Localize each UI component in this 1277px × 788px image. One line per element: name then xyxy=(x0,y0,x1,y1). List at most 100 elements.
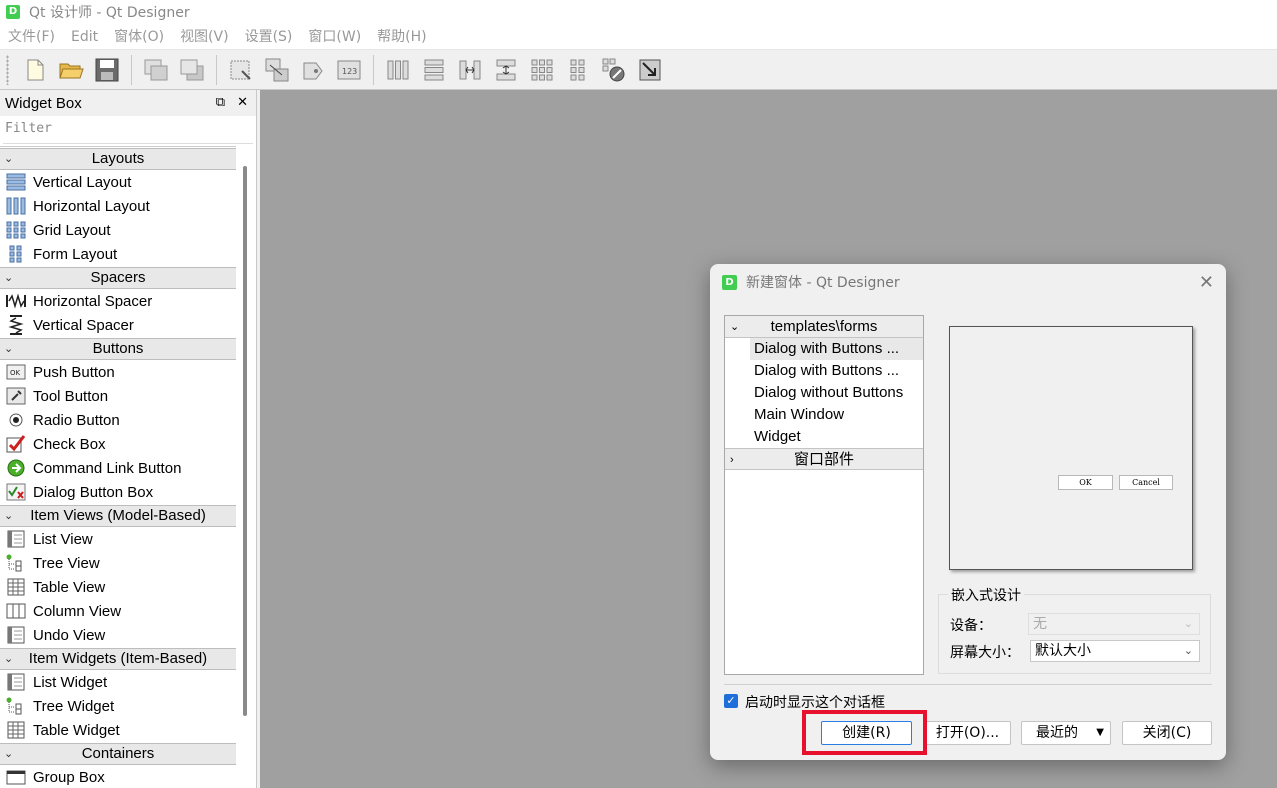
widget-horizontal-layout[interactable]: Horizontal Layout xyxy=(0,194,236,218)
tree-category-widgets[interactable]: › 窗口部件 xyxy=(725,448,923,470)
menu-window[interactable]: 窗口(W) xyxy=(300,24,369,50)
tree-category-templates[interactable]: ⌄ templates\forms xyxy=(725,316,923,338)
embedded-design-title: 嵌入式设计 xyxy=(948,585,1024,605)
menu-form[interactable]: 窗体(O) xyxy=(106,24,172,50)
open-button[interactable]: 打开(O)... xyxy=(924,721,1011,745)
open-folder-icon[interactable] xyxy=(57,56,85,84)
menu-edit[interactable]: Edit xyxy=(63,24,106,50)
device-combo[interactable]: 无 ⌄ xyxy=(1028,613,1200,635)
widget-vertical-spacer[interactable]: Vertical Spacer xyxy=(0,313,236,337)
widget-vertical-layout[interactable]: Vertical Layout xyxy=(0,170,236,194)
qt-designer-icon: D xyxy=(722,274,737,290)
form-preview: OK Cancel xyxy=(949,326,1193,570)
category-buttons[interactable]: ⌄ Buttons xyxy=(0,338,236,360)
widget-table-widget[interactable]: Table Widget xyxy=(0,718,236,742)
widget-push-button[interactable]: OK Push Button xyxy=(0,360,236,384)
widget-radio-button[interactable]: Radio Button xyxy=(0,408,236,432)
widget-table-view[interactable]: Table View xyxy=(0,575,236,599)
adjust-size-icon[interactable] xyxy=(636,56,664,84)
template-item[interactable]: Dialog without Buttons xyxy=(725,382,923,404)
widget-grid-layout[interactable]: Grid Layout xyxy=(0,218,236,242)
layout-horizontal-splitter-icon[interactable] xyxy=(456,56,484,84)
widget-list-view[interactable]: List View xyxy=(0,527,236,551)
new-form-dialog: D 新建窗体 - Qt Designer ✕ ⌄ templates\forms… xyxy=(710,264,1226,760)
widget-tree-view[interactable]: Tree View xyxy=(0,551,236,575)
widget-list-widget[interactable]: List Widget xyxy=(0,670,236,694)
widget-column-view[interactable]: Column View xyxy=(0,599,236,623)
menu-settings[interactable]: 设置(S) xyxy=(237,24,301,50)
widget-undo-view[interactable]: Undo View xyxy=(0,623,236,647)
horizontal-spacer-icon xyxy=(6,292,26,310)
menu-help[interactable]: 帮助(H) xyxy=(369,24,434,50)
widget-box-panel: Widget Box ⧉ ✕ Filter ⌄ Layouts Vertical … xyxy=(0,90,257,788)
break-layout-icon[interactable] xyxy=(600,56,628,84)
category-item-views[interactable]: ⌄ Item Views (Model-Based) xyxy=(0,505,236,527)
category-item-widgets[interactable]: ⌄ Item Widgets (Item-Based) xyxy=(0,648,236,670)
window-title: Qt 设计师 - Qt Designer xyxy=(29,5,190,21)
template-item[interactable]: Widget xyxy=(725,426,923,448)
bring-to-front-icon[interactable] xyxy=(178,56,206,84)
template-item[interactable]: Dialog with Buttons ... xyxy=(750,338,923,360)
widget-horizontal-spacer[interactable]: Horizontal Spacer xyxy=(0,289,236,313)
preview-ok-button: OK xyxy=(1058,475,1113,490)
toolbar-grip[interactable] xyxy=(6,54,9,85)
radio-button-icon xyxy=(6,411,26,429)
chevron-down-icon: ⌄ xyxy=(4,510,14,522)
widget-command-link-button[interactable]: Command Link Button xyxy=(0,456,236,480)
layout-horizontal-icon[interactable] xyxy=(384,56,412,84)
widget-tool-button[interactable]: Tool Button xyxy=(0,384,236,408)
widget-check-box[interactable]: Check Box xyxy=(0,432,236,456)
close-panel-icon[interactable]: ✕ xyxy=(237,94,248,110)
screen-size-combo[interactable]: 默认大小 ⌄ xyxy=(1030,640,1200,662)
close-button[interactable]: 关闭(C) xyxy=(1122,721,1212,745)
command-link-icon xyxy=(6,459,26,477)
edit-buddies-icon[interactable] xyxy=(299,56,327,84)
float-panel-icon[interactable]: ⧉ xyxy=(216,94,225,110)
widget-box-scrollbar[interactable] xyxy=(243,166,247,716)
chevron-down-icon: ⌄ xyxy=(4,748,14,760)
chevron-down-icon: ⌄ xyxy=(730,321,740,333)
save-icon[interactable] xyxy=(93,56,121,84)
layout-grid-icon[interactable] xyxy=(528,56,556,84)
widget-group-box[interactable]: Group Box xyxy=(0,765,236,788)
layout-form-icon[interactable] xyxy=(564,56,592,84)
show-on-startup-label: 启动时显示这个对话框 xyxy=(745,695,885,711)
widget-tree-widget[interactable]: Tree Widget xyxy=(0,694,236,718)
edit-signals-icon[interactable] xyxy=(263,56,291,84)
widget-dialog-button-box[interactable]: Dialog Button Box xyxy=(0,480,236,504)
category-spacers[interactable]: ⌄ Spacers xyxy=(0,267,236,289)
show-on-startup-checkbox[interactable]: ✓ xyxy=(724,694,738,708)
send-to-back-icon[interactable] xyxy=(142,56,170,84)
device-label: 设备： xyxy=(950,618,992,634)
dropdown-arrow-icon: ▼ xyxy=(1096,727,1104,738)
category-layouts[interactable]: ⌄ Layouts xyxy=(0,148,236,170)
menu-view[interactable]: 视图(V) xyxy=(172,24,237,50)
check-box-icon xyxy=(6,435,26,453)
menu-file[interactable]: 文件(F) xyxy=(0,24,63,50)
layout-vertical-icon[interactable] xyxy=(420,56,448,84)
chevron-right-icon: › xyxy=(730,454,734,466)
edit-tab-order-icon[interactable]: 123 xyxy=(335,56,363,84)
screen-size-label: 屏幕大小： xyxy=(950,645,1020,661)
category-containers[interactable]: ⌄ Containers xyxy=(0,743,236,765)
recent-button[interactable]: 最近的 ▼ xyxy=(1021,721,1111,745)
widget-box-title: Widget Box xyxy=(5,94,82,112)
push-button-icon: OK xyxy=(6,363,26,381)
tree-view-icon xyxy=(6,554,26,572)
template-item[interactable]: Main Window xyxy=(725,404,923,426)
widget-form-layout[interactable]: Form Layout xyxy=(0,242,236,266)
list-widget-icon xyxy=(6,673,26,691)
group-box-icon xyxy=(6,768,26,786)
toolbar-separator xyxy=(131,54,132,85)
svg-text:123: 123 xyxy=(342,67,357,76)
new-file-icon[interactable] xyxy=(21,56,49,84)
close-icon[interactable]: ✕ xyxy=(1199,272,1214,293)
template-item[interactable]: Dialog with Buttons ... xyxy=(725,360,923,382)
edit-widgets-icon[interactable] xyxy=(227,56,255,84)
layout-vertical-splitter-icon[interactable] xyxy=(492,56,520,84)
dialog-title: 新建窗体 - Qt Designer xyxy=(746,275,900,291)
chevron-down-icon: ⌄ xyxy=(4,153,14,165)
widget-filter-input[interactable]: Filter xyxy=(3,118,253,144)
chevron-down-icon: ⌄ xyxy=(4,343,14,355)
toolbar-separator xyxy=(216,54,217,85)
